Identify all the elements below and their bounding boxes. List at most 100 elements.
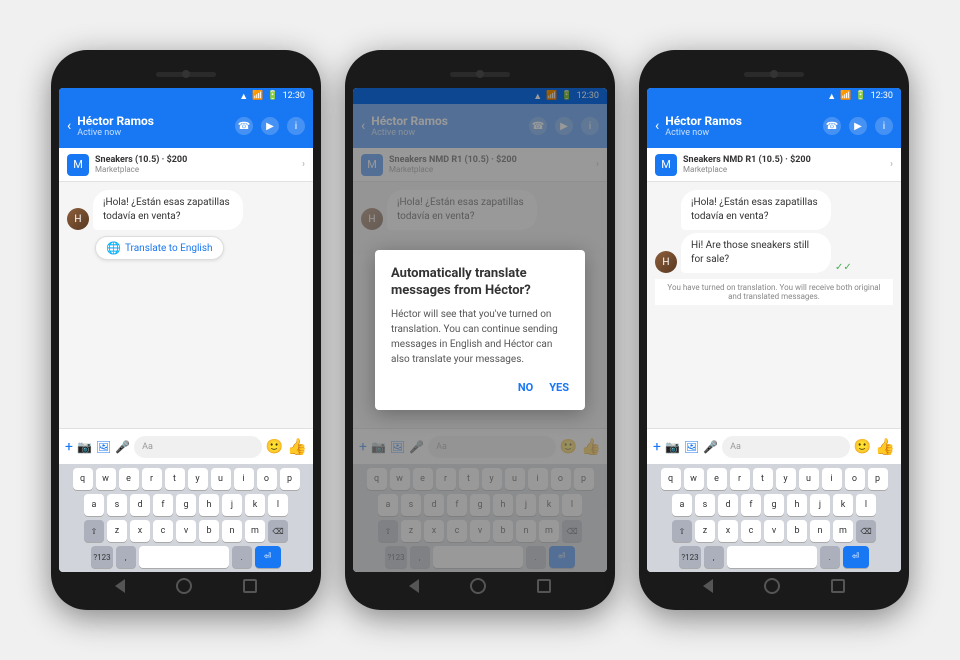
camera-dot-3 — [770, 70, 778, 78]
messenger-header-3: ‹ Héctor Ramos Active now ☎ ▶ i — [647, 104, 901, 148]
key-c[interactable]: c — [153, 520, 173, 542]
back-button-1[interactable]: ‹ — [67, 118, 71, 134]
nav-back-2[interactable] — [409, 579, 419, 593]
phone-screen-1: ▲ 📶 🔋 12:30 ‹ Héctor Ramos Active now ☎ … — [59, 88, 313, 572]
chat-area-1: H ¡Hola! ¿Están esas zapatillas todavía … — [59, 182, 313, 428]
info-icon[interactable]: i — [287, 117, 305, 135]
contact-status-3: Active now — [665, 128, 817, 138]
keyboard-3: qwertyuiop asdfghjkl ⇧zxcvbnm⌫ ?123,.⏎ — [647, 464, 901, 572]
key-y[interactable]: y — [188, 468, 208, 490]
key-b[interactable]: b — [199, 520, 219, 542]
key-p[interactable]: p — [280, 468, 300, 490]
phone-top-bar-2 — [353, 60, 607, 88]
phone-bottom-bar-3 — [647, 572, 901, 600]
modal-no-button[interactable]: NO — [518, 381, 533, 394]
translation-note-3: You have turned on translation. You will… — [655, 279, 893, 305]
key-e[interactable]: e — [119, 468, 139, 490]
like-icon-3[interactable]: 👍 — [875, 437, 895, 456]
key-a[interactable]: a — [84, 494, 104, 516]
key-g[interactable]: g — [176, 494, 196, 516]
phone-top-bar-3 — [647, 60, 901, 88]
marketplace-bar-3[interactable]: M Sneakers NMD R1 (10.5) · $200 Marketpl… — [647, 148, 901, 182]
modal-yes-button[interactable]: YES — [549, 381, 569, 394]
key-delete[interactable]: ⌫ — [268, 520, 288, 542]
key-t[interactable]: t — [165, 468, 185, 490]
nav-home-3[interactable] — [764, 578, 780, 594]
key-s[interactable]: s — [107, 494, 127, 516]
key-r[interactable]: r — [142, 468, 162, 490]
camera-icon-1[interactable]: 📷 — [77, 440, 92, 454]
key-v[interactable]: v — [176, 520, 196, 542]
image-icon-1[interactable]: 🖼 — [96, 440, 111, 454]
key-u[interactable]: u — [211, 468, 231, 490]
battery-icon: 🔋 — [267, 91, 278, 101]
key-period[interactable]: . — [232, 546, 252, 568]
phone-call-icon[interactable]: ☎ — [235, 117, 253, 135]
key-f[interactable]: f — [153, 494, 173, 516]
mic-icon-3[interactable]: 🎤 — [703, 440, 718, 454]
kb-row-3: ⇧ z x c v b n m ⌫ — [61, 520, 311, 542]
marketplace-text-1: Sneakers (10.5) · $200 Marketplace — [95, 155, 296, 174]
key-enter[interactable]: ⏎ — [255, 546, 281, 568]
nav-home-1[interactable] — [176, 578, 192, 594]
time-display-1: 12:30 — [283, 91, 305, 101]
key-space[interactable] — [139, 546, 229, 568]
key-m[interactable]: m — [245, 520, 265, 542]
emoji-icon-3[interactable]: 🙂 — [854, 439, 871, 455]
info-icon-3[interactable]: i — [875, 117, 893, 135]
status-bar-3: ▲ 📶 🔋 12:30 — [647, 88, 901, 104]
nav-back-3[interactable] — [703, 579, 713, 593]
wifi-icon: 📶 — [252, 91, 263, 101]
marketplace-icon-3: M — [655, 154, 677, 176]
text-input-1[interactable]: Aa — [134, 436, 262, 458]
key-w[interactable]: w — [96, 468, 116, 490]
contact-name-1: Héctor Ramos — [77, 114, 229, 128]
phone-screen-2: ▲ 📶 🔋 12:30 ‹ Héctor Ramos Active now ☎ … — [353, 88, 607, 572]
phone-screen-3: ▲ 📶 🔋 12:30 ‹ Héctor Ramos Active now ☎ … — [647, 88, 901, 572]
nav-recents-3[interactable] — [831, 579, 845, 593]
nav-recents-2[interactable] — [537, 579, 551, 593]
key-n[interactable]: n — [222, 520, 242, 542]
text-input-3[interactable]: Aa — [722, 436, 850, 458]
key-d[interactable]: d — [130, 494, 150, 516]
key-x[interactable]: x — [130, 520, 150, 542]
keyboard-1: q w e r t y u i o p a s d f g h j k l — [59, 464, 313, 572]
nav-back-1[interactable] — [115, 579, 125, 593]
key-l[interactable]: l — [268, 494, 288, 516]
contact-status-1: Active now — [77, 128, 229, 138]
key-sym[interactable]: ?123 — [91, 546, 112, 568]
video-call-icon-3[interactable]: ▶ — [849, 117, 867, 135]
nav-recents-1[interactable] — [243, 579, 257, 593]
translate-button-1[interactable]: 🌐 Translate to English — [95, 236, 224, 260]
emoji-icon-1[interactable]: 🙂 — [266, 439, 283, 455]
globe-icon: 🌐 — [106, 241, 121, 255]
nav-home-2[interactable] — [470, 578, 486, 594]
marketplace-bar-1[interactable]: M Sneakers (10.5) · $200 Marketplace › — [59, 148, 313, 182]
key-i[interactable]: i — [234, 468, 254, 490]
camera-icon-3[interactable]: 📷 — [665, 440, 680, 454]
phone-call-icon-3[interactable]: ☎ — [823, 117, 841, 135]
video-call-icon[interactable]: ▶ — [261, 117, 279, 135]
camera-dot — [182, 70, 190, 78]
key-j[interactable]: j — [222, 494, 242, 516]
plus-icon-1[interactable]: + — [65, 439, 73, 455]
key-shift[interactable]: ⇧ — [84, 520, 104, 542]
mic-icon-1[interactable]: 🎤 — [115, 440, 130, 454]
key-comma[interactable]: , — [116, 546, 136, 568]
key-h[interactable]: h — [199, 494, 219, 516]
phone-top-bar-1 — [59, 60, 313, 88]
key-q[interactable]: q — [73, 468, 93, 490]
key-z[interactable]: z — [107, 520, 127, 542]
wifi-icon-3: 📶 — [840, 91, 851, 101]
back-button-3[interactable]: ‹ — [655, 118, 659, 134]
contact-info-3: Héctor Ramos Active now — [665, 114, 817, 138]
plus-icon-3[interactable]: + — [653, 439, 661, 455]
key-k[interactable]: k — [245, 494, 265, 516]
message-row-incoming-3: H ¡Hola! ¿Están esas zapatillas todavía … — [655, 190, 893, 273]
modal-actions: NO YES — [391, 381, 569, 394]
header-icons-1: ☎ ▶ i — [235, 117, 305, 135]
image-icon-3[interactable]: 🖼 — [684, 440, 699, 454]
input-bar-3: + 📷 🖼 🎤 Aa 🙂 👍 — [647, 428, 901, 464]
like-icon-1[interactable]: 👍 — [287, 437, 307, 456]
key-o[interactable]: o — [257, 468, 277, 490]
